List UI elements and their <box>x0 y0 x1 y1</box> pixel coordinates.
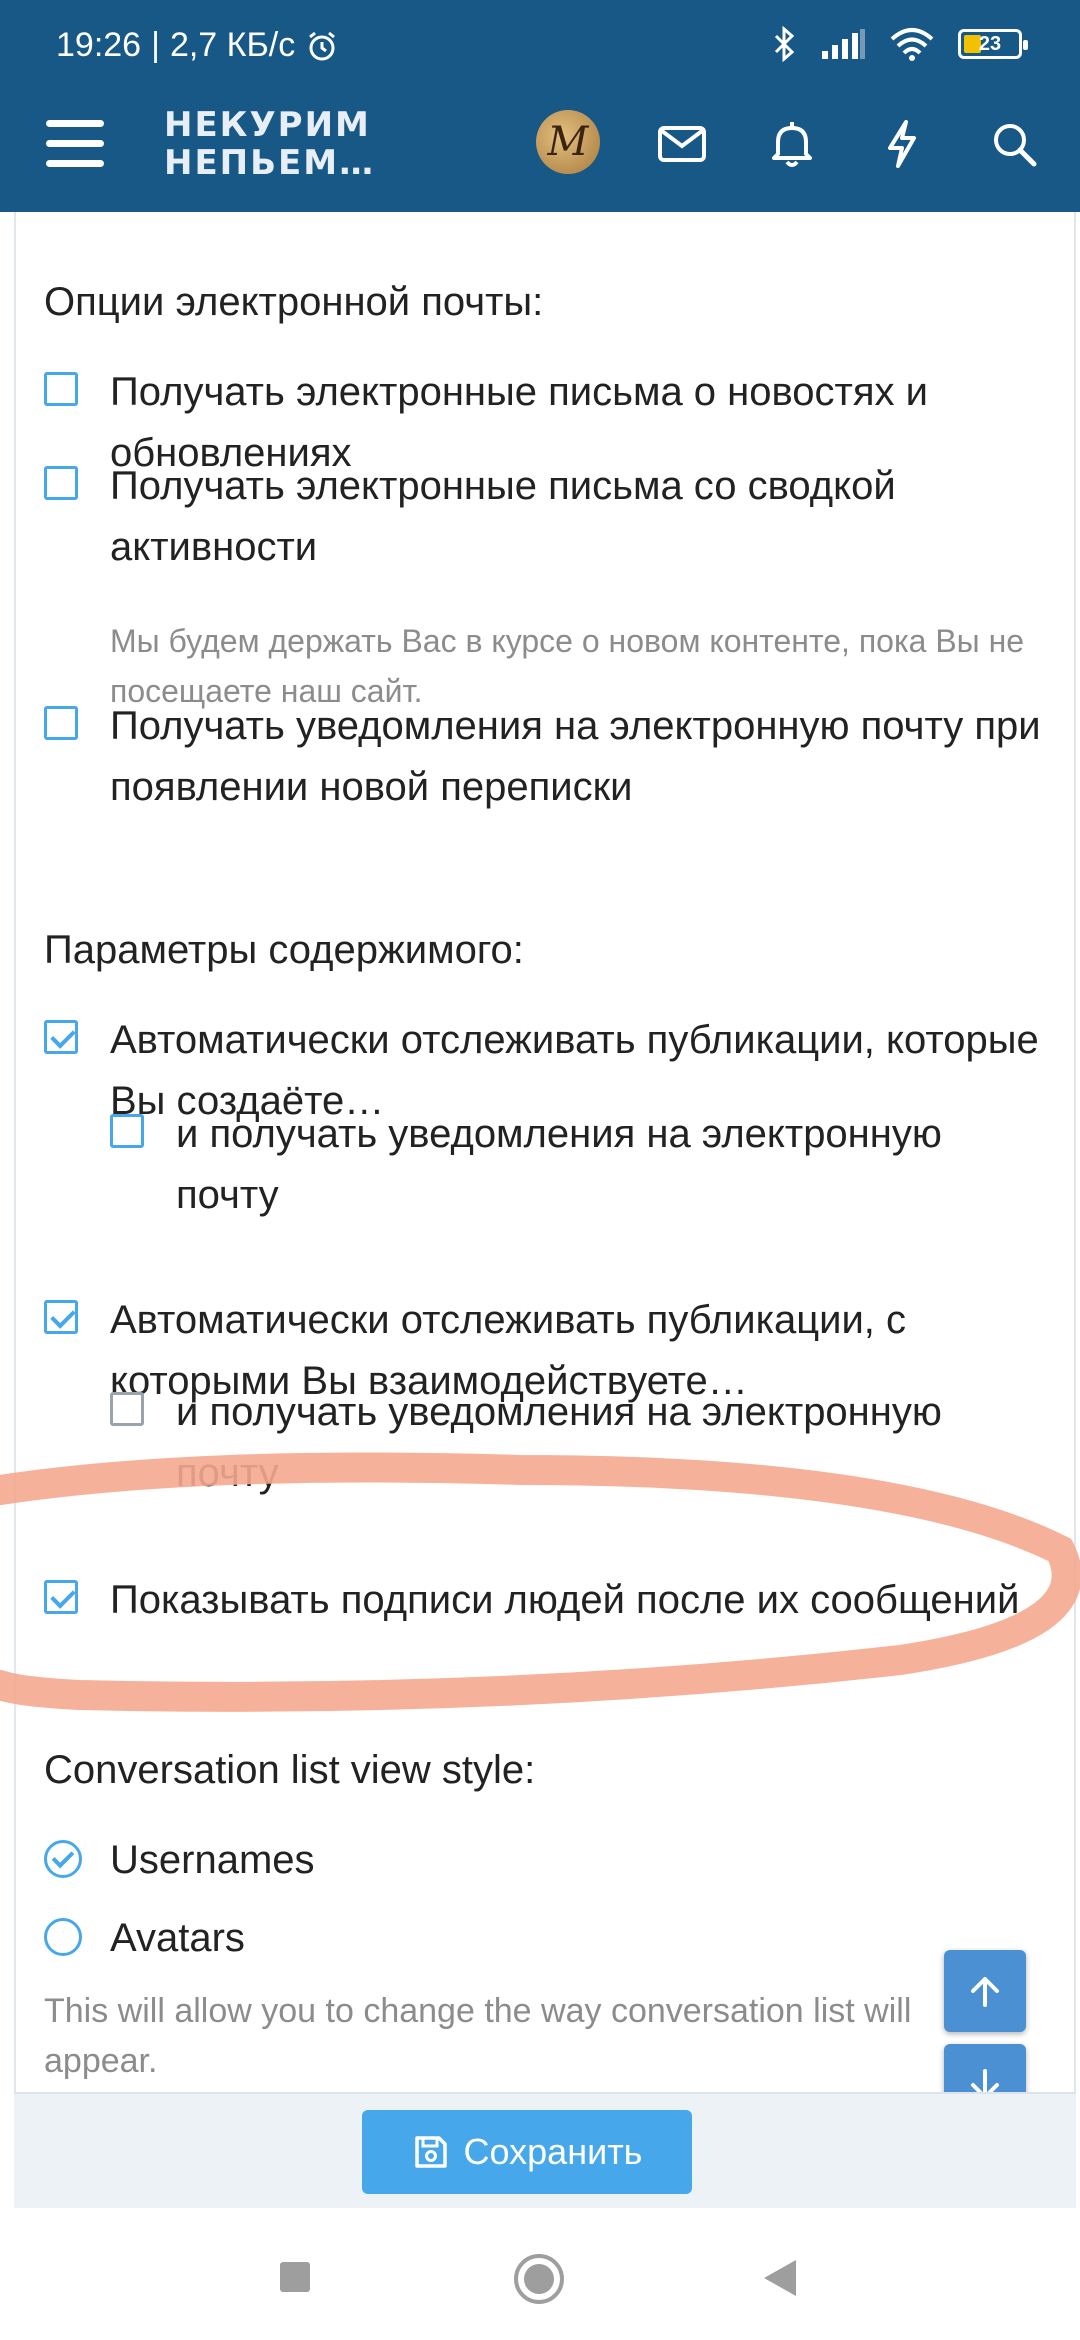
wifi-icon <box>890 28 934 61</box>
content-option-show-signatures[interactable]: Показывать подписи людей после их сообще… <box>44 1570 1054 1692</box>
radio-button[interactable] <box>44 1918 82 1956</box>
checkbox-checked[interactable] <box>44 1020 78 1054</box>
save-label: Сохранить <box>463 2131 643 2172</box>
content-option-watch-created-email[interactable]: и получать уведомления на электронную по… <box>110 1104 1054 1226</box>
email-option-conversation[interactable]: Получать уведомления на электронную почт… <box>44 696 1054 818</box>
home-icon[interactable] <box>512 2252 566 2306</box>
checkbox-checked[interactable] <box>44 1580 78 1614</box>
mail-icon[interactable] <box>652 114 712 174</box>
status-left: 19:26 | 2,7 КБ/с <box>56 26 339 65</box>
option-label: и получать уведомления на электронную по… <box>176 1390 942 1495</box>
battery-level: 23 <box>978 32 1002 55</box>
logo-line2: НЕПЬЕМ… <box>164 143 376 183</box>
checkbox-checked[interactable] <box>44 1300 78 1334</box>
user-avatar[interactable]: M <box>536 110 600 174</box>
status-separator: | <box>151 26 160 64</box>
logo-line1: НЕКУРИМ <box>164 105 371 145</box>
option-label: Avatars <box>110 1916 245 1960</box>
option-label: Usernames <box>110 1838 315 1882</box>
avatar-letter: M <box>547 119 589 165</box>
alarm-icon <box>309 31 336 60</box>
radio-avatars[interactable]: Avatars <box>44 1908 1054 1970</box>
search-icon[interactable] <box>984 114 1044 174</box>
status-time: 19:26 <box>56 26 142 64</box>
system-nav-bar <box>0 2208 1080 2340</box>
option-label: Получать электронные письма со сводкой а… <box>110 464 896 569</box>
email-options-title: Опции электронной почты: <box>44 280 544 324</box>
lightning-icon[interactable] <box>872 114 932 174</box>
checkbox[interactable] <box>44 706 78 740</box>
menu-icon[interactable] <box>44 112 108 176</box>
checkbox[interactable] <box>110 1392 144 1426</box>
bluetooth-icon <box>774 26 795 62</box>
status-bar: 19:26 | 2,7 КБ/с 23 <box>0 0 1080 92</box>
app-header: 19:26 | 2,7 КБ/с 23 НЕКУРИМ НЕПЬЕМ… M <box>0 0 1080 212</box>
radio-button-selected[interactable] <box>44 1840 82 1878</box>
checkbox[interactable] <box>44 372 78 406</box>
status-speed: 2,7 КБ/с <box>169 26 296 64</box>
battery-icon: 23 <box>958 29 1028 59</box>
site-logo[interactable]: НЕКУРИМ НЕПЬЕМ… <box>164 106 384 182</box>
option-label: и получать уведомления на электронную по… <box>176 1112 942 1217</box>
checkbox[interactable] <box>44 466 78 500</box>
preferences-panel: Опции электронной почты: Получать электр… <box>14 212 1076 2092</box>
content-options-title: Параметры содержимого: <box>44 928 524 972</box>
status-right: 23 <box>770 26 1028 62</box>
option-label: Показывать подписи людей после их сообще… <box>110 1578 1020 1622</box>
nav-bar: НЕКУРИМ НЕПЬЕМ… M <box>0 92 1080 212</box>
save-button[interactable]: Сохранить <box>362 2110 692 2194</box>
content-option-watch-interacted-email[interactable]: и получать уведомления на электронную по… <box>110 1382 1054 1504</box>
scroll-up-button[interactable] <box>944 1950 1026 2032</box>
signal-icon <box>822 29 865 59</box>
checkbox[interactable] <box>110 1114 144 1148</box>
conversation-style-hint: This will allow you to change the way co… <box>44 1992 912 2080</box>
recents-icon[interactable] <box>278 2260 312 2294</box>
conversation-style-title: Conversation list view style: <box>44 1748 536 1792</box>
save-icon <box>414 2136 447 2168</box>
bell-icon[interactable] <box>762 114 822 174</box>
option-label: Получать уведомления на электронную почт… <box>110 704 1041 809</box>
back-icon[interactable] <box>760 2256 800 2300</box>
arrow-up-icon <box>971 1977 999 2007</box>
radio-usernames[interactable]: Usernames <box>44 1830 1054 1892</box>
email-option-activity[interactable]: Получать электронные письма со сводкой а… <box>44 456 1054 578</box>
